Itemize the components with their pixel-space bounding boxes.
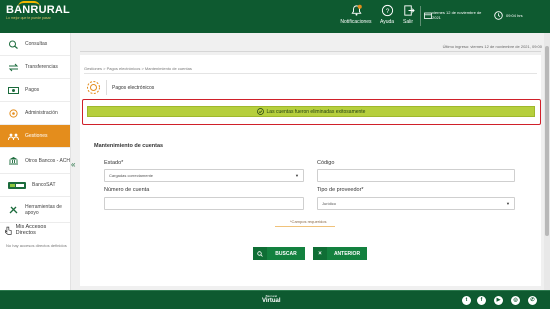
sidebar-item-label: Gestiones xyxy=(25,133,48,139)
logout-label: Salir xyxy=(402,19,413,25)
clock-icon xyxy=(494,11,503,20)
logo-tagline: Lo mejor que te puede pasar xyxy=(6,16,51,20)
sidebar-item-label: Transferencias xyxy=(25,64,58,70)
question-icon: ? xyxy=(381,4,393,17)
twitter-icon[interactable]: t xyxy=(462,296,471,305)
sidebar-item-bancosat[interactable]: BancoSAT xyxy=(0,174,70,197)
notifications-button[interactable]: Notificaciones xyxy=(336,4,376,25)
estado-value: Cargadas correctamente xyxy=(109,173,154,178)
divider xyxy=(84,73,537,74)
alert-message: Las cuentas fueron eliminadas exitosamen… xyxy=(266,108,366,115)
banrural-logo[interactable]: BANRURAL Lo mejor que te puede pasar xyxy=(6,1,70,28)
header-divider xyxy=(420,6,421,26)
codigo-input[interactable] xyxy=(317,169,515,182)
help-label: Ayuda xyxy=(379,19,395,25)
calendar-icon xyxy=(424,12,432,19)
sidebar-item-label: Administración xyxy=(25,110,58,116)
instagram-icon[interactable]: ◎ xyxy=(511,296,520,305)
tipo-proveedor-value: Jurídico xyxy=(322,201,337,206)
sidebar-item-transferencias[interactable]: Transferencias xyxy=(0,56,70,79)
required-note-underline xyxy=(275,226,335,227)
required-fields-note: *Campos requeridos xyxy=(290,219,327,224)
estado-label: Estado* xyxy=(104,160,124,166)
last-login-text: Último ingreso: viernes 12 de noviembre … xyxy=(442,44,542,49)
bell-icon xyxy=(350,4,362,16)
chevron-down-icon: ▼ xyxy=(295,173,299,178)
success-alert: Las cuentas fueron eliminadas exitosamen… xyxy=(87,106,535,117)
back-button-label: ANTERIOR xyxy=(333,250,361,257)
facebook-icon[interactable]: f xyxy=(477,296,486,305)
chevron-down-icon: ▼ xyxy=(506,201,510,206)
sidebar-menu: Consultas Transferencias Pagos Administr… xyxy=(0,33,71,290)
sidebar-item-otros-bancos[interactable]: Otros Bancos - ACH xyxy=(0,148,70,174)
money-icon xyxy=(8,86,19,94)
tipo-proveedor-select[interactable]: Jurídico ▼ xyxy=(317,197,515,210)
numero-cuenta-label: Número de cuenta xyxy=(104,187,150,193)
gear-money-icon xyxy=(87,81,100,94)
check-circle-icon xyxy=(256,108,264,115)
search-button[interactable]: BUSCAR xyxy=(253,247,305,260)
search-button-label: BUSCAR xyxy=(275,250,297,257)
sidebar-item-consultas[interactable]: Consultas xyxy=(0,33,70,56)
sidebar-item-herramientas[interactable]: Herramientas de apoyo xyxy=(0,197,70,223)
no-shortcuts-text: No hay accesos directos definidos xyxy=(6,243,67,248)
magnifier-icon xyxy=(9,40,18,49)
logout-icon xyxy=(403,5,415,16)
sidebar-item-pagos[interactable]: Pagos xyxy=(0,79,70,102)
footer: Banrural Virtual t f ▶ ◎ ✆ xyxy=(0,290,550,309)
bank-icon xyxy=(9,157,18,165)
title-divider xyxy=(106,80,107,95)
scrollbar-thumb[interactable] xyxy=(545,46,549,236)
footer-logo: Banrural Virtual xyxy=(262,294,281,304)
sidebar-item-label: Otros Bancos - ACH xyxy=(25,157,71,164)
help-button[interactable]: ? Ayuda xyxy=(378,4,396,25)
tipo-proveedor-label: Tipo de proveedor* xyxy=(317,187,364,193)
transfer-icon xyxy=(8,63,19,71)
codigo-label: Código xyxy=(317,160,335,166)
top-header: BANRURAL Lo mejor que te puede pasar Not… xyxy=(0,0,550,33)
notifications-label: Notificaciones xyxy=(340,19,372,25)
bancosat-logo-icon xyxy=(8,181,26,189)
footer-logo-main: Virtual xyxy=(262,298,281,304)
page-title: Pagos electrónicos xyxy=(112,85,155,91)
whatsapp-icon[interactable]: ✆ xyxy=(528,296,537,305)
logout-button[interactable]: Salir xyxy=(400,4,416,25)
people-icon xyxy=(8,133,19,140)
current-date: viernes 12 de noviembre de 2021 xyxy=(432,10,482,20)
estado-select[interactable]: Cargadas correctamente ▼ xyxy=(104,169,304,182)
tools-icon xyxy=(9,206,18,214)
youtube-icon[interactable]: ▶ xyxy=(494,296,503,305)
sun-icon xyxy=(18,1,40,7)
sidebar-item-administracion[interactable]: Administración xyxy=(0,102,70,125)
back-button[interactable]: × ANTERIOR xyxy=(313,247,367,260)
sidebar-item-label: Herramientas de apoyo xyxy=(25,203,62,216)
coin-icon xyxy=(9,108,18,118)
search-icon xyxy=(253,247,267,260)
breadcrumb: Gestiones > Pagos electrónicos > Manteni… xyxy=(84,66,192,71)
section-title: Mantenimiento de cuentas xyxy=(94,143,164,149)
divider xyxy=(80,51,541,52)
shortcuts-header[interactable]: Mis Accesos Directos xyxy=(0,223,70,237)
sidebar-item-label: Consultas xyxy=(25,41,48,47)
svg-text:?: ? xyxy=(385,8,389,15)
sidebar-item-label: Pagos xyxy=(25,87,40,93)
pointer-hand-icon xyxy=(5,226,12,235)
current-time: 09:04 hrs xyxy=(506,13,523,18)
sidebar-item-gestiones[interactable]: Gestiones xyxy=(0,125,70,148)
close-icon: × xyxy=(313,247,327,260)
collapse-sidebar-icon[interactable]: « xyxy=(71,160,75,169)
numero-cuenta-input[interactable] xyxy=(104,197,304,210)
shortcuts-title: Mis Accesos Directos xyxy=(15,224,47,236)
sidebar-item-label: BancoSAT xyxy=(32,182,56,188)
